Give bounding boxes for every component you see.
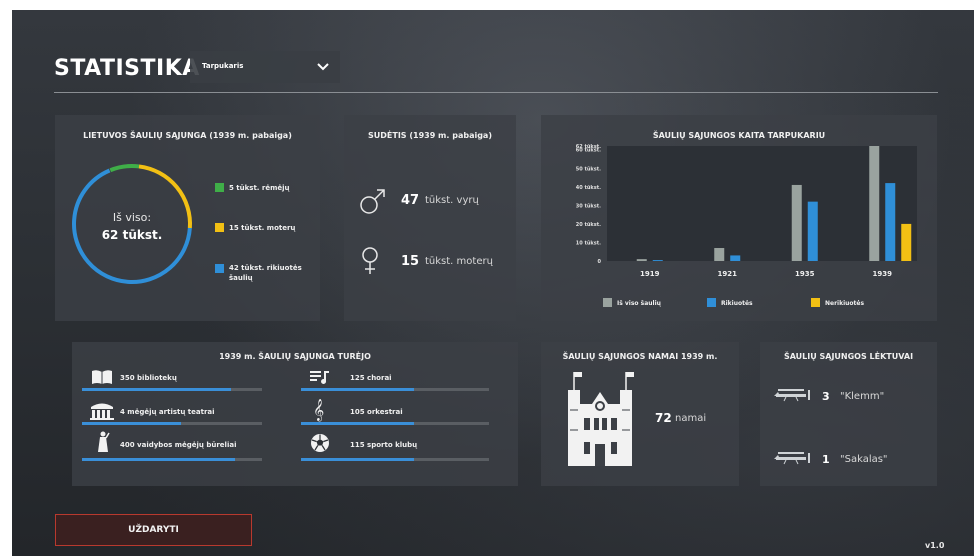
- women-text: tūkst. moterų: [425, 256, 493, 267]
- football-icon: [311, 434, 329, 452]
- plane-sakalas-icon: [774, 452, 810, 465]
- bar-1935-0: [791, 184, 802, 261]
- y-tick-label: 50 tūkst.: [576, 166, 601, 172]
- version-label: v1.0: [925, 541, 945, 550]
- houses-heading: ŠAULIŲ SĄJUNGOS NAMAI 1939 m.: [562, 352, 718, 361]
- plane-klemm-icon: [774, 389, 810, 402]
- planes-heading: ŠAULIŲ SĄJUNGOS LĖKTUVAI: [783, 352, 914, 361]
- houses-panel: ŠAULIŲ SĄJUNGOS NAMAI 1939 m. 72 namai: [541, 342, 739, 486]
- x-tick-label: 1935: [795, 270, 815, 278]
- bar-1939-1: [885, 183, 896, 261]
- asset-libraries: 350 bibliotekų: [120, 374, 177, 382]
- plane-sakalas-number: 1: [822, 453, 830, 466]
- total-label: Iš viso:: [112, 211, 152, 224]
- y-tick-label: 10 tūkst.: [576, 240, 601, 246]
- women-number: 15: [401, 254, 420, 269]
- screen: STATISTIKA Tarpukaris LIETUVOS ŠAULIŲ SĄ…: [0, 0, 974, 556]
- asset-acting-groups-bar: [82, 458, 262, 461]
- female-icon: [362, 247, 378, 274]
- male-icon: [360, 189, 385, 214]
- men-number: 47: [401, 193, 420, 208]
- houses-number: 72: [655, 411, 672, 425]
- membership-heading: LIETUVOS ŠAULIŲ SĄJUNGA (1939 m. pabaiga…: [83, 131, 292, 140]
- y-tick-label: 0: [598, 259, 602, 265]
- asset-sport-clubs: 115 sporto klubų: [350, 441, 418, 449]
- period-select[interactable]: Tarpukaris: [190, 51, 340, 83]
- bar-1939-0: [869, 146, 880, 261]
- y-tick-label: 60 tūkst.: [576, 148, 601, 154]
- asset-libraries-bar: [82, 388, 262, 391]
- theatre-icon: [90, 403, 114, 420]
- donut-segment-supporters: [72, 164, 192, 284]
- membership-panel: LIETUVOS ŠAULIŲ SĄJUNGA (1939 m. pabaiga…: [55, 115, 320, 321]
- asset-theatres: 4 mėgėjų artistų teatrai: [120, 408, 215, 416]
- page-title: STATISTIKA: [54, 56, 200, 81]
- actor-icon: [98, 431, 110, 452]
- membership-donut: [72, 164, 192, 284]
- x-tick-label: 1919: [640, 270, 660, 278]
- asset-sport-clubs-bar: [301, 458, 489, 461]
- asset-theatres-bar: [82, 422, 262, 425]
- x-tick-label: 1921: [718, 270, 738, 278]
- legend-rank: 42 tūkst. rikiuotės šaulių: [229, 264, 302, 282]
- bar-chart: 62 tūkst.60 tūkst.50 tūkst.40 tūkst.30 t…: [576, 144, 917, 307]
- asset-orchestras-bar: [301, 422, 489, 425]
- asset-orchestras: 105 orkestrai: [350, 408, 403, 416]
- men-text: tūkst. vyrų: [425, 195, 479, 206]
- header-divider: [54, 92, 938, 93]
- legend-swatch-rank: [215, 264, 224, 273]
- composition-heading: SUDĖTIS (1939 m. pabaiga): [368, 131, 492, 140]
- legend-label: Iš viso šaulių: [617, 300, 662, 307]
- donut-segment-rank: [72, 164, 192, 284]
- bar-1919-1: [652, 260, 663, 261]
- asset-choirs-bar: [301, 388, 489, 391]
- chart-panel: ŠAULIŲ SĄJUNGOS KAITA TARPUKARIU 62 tūks…: [541, 115, 937, 321]
- plane-klemm-name: "Klemm": [840, 391, 885, 402]
- plane-klemm-number: 3: [822, 390, 830, 403]
- legend-label: Nerikiuotės: [825, 300, 864, 307]
- legend-label: Rikiuotės: [721, 300, 753, 307]
- y-tick-label: 30 tūkst.: [576, 203, 601, 209]
- music-icon: [310, 371, 329, 384]
- bar-1939-2: [901, 223, 912, 261]
- x-tick-label: 1939: [873, 270, 893, 278]
- legend-swatch-2: [811, 298, 820, 307]
- assets-panel: 1939 m. ŠAULIŲ SĄJUNGA TURĖJO 350 biblio…: [72, 342, 518, 486]
- period-select-value: Tarpukaris: [202, 62, 244, 70]
- planes-panel: ŠAULIŲ SĄJUNGOS LĖKTUVAI 3 "Klemm" 1 "Sa…: [760, 342, 937, 486]
- building-icon: [568, 372, 634, 466]
- chevron-down-icon: [317, 63, 329, 71]
- legend-swatch-supporters: [215, 183, 224, 192]
- y-tick-label: 40 tūkst.: [576, 185, 601, 191]
- y-tick-label: 20 tūkst.: [576, 222, 601, 228]
- treble-clef-icon: 𝄞: [313, 399, 325, 421]
- composition-panel: SUDĖTIS (1939 m. pabaiga) 47 tūkst. vyrų…: [344, 115, 516, 321]
- assets-heading: 1939 m. ŠAULIŲ SĄJUNGA TURĖJO: [219, 352, 371, 361]
- book-icon: [92, 370, 112, 384]
- donut-segment-women: [72, 164, 192, 284]
- legend-swatch-women: [215, 223, 224, 232]
- bar-1935-1: [807, 201, 818, 261]
- legend-swatch-0: [603, 298, 612, 307]
- bar-1921-1: [730, 255, 741, 261]
- total-value: 62 tūkst.: [101, 228, 163, 242]
- legend-women: 15 tūkst. moterų: [229, 224, 296, 232]
- bar-1919-0: [636, 259, 647, 261]
- plane-sakalas-name: "Sakalas": [840, 454, 888, 465]
- legend-supporters: 5 tūkst. rėmėjų: [229, 184, 290, 192]
- legend-swatch-1: [707, 298, 716, 307]
- asset-acting-groups: 400 vaidybos mėgėjų būreliai: [120, 441, 237, 449]
- asset-choirs: 125 chorai: [350, 374, 392, 382]
- close-button[interactable]: UŽDARYTI: [55, 514, 252, 546]
- houses-text: namai: [675, 413, 707, 424]
- bar-1921-0: [714, 248, 725, 261]
